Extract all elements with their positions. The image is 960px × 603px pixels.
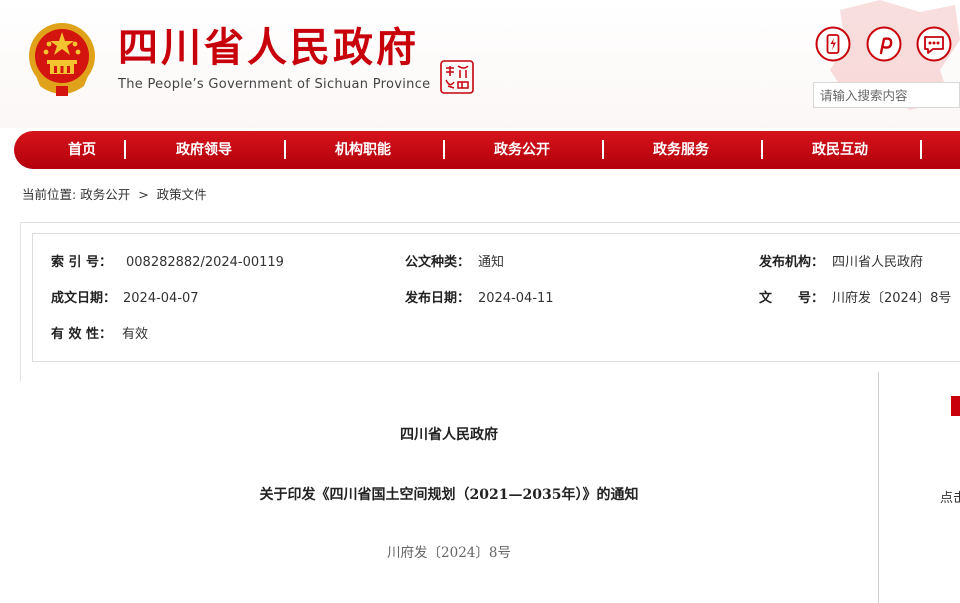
meta-type-value: 通知 (478, 255, 505, 270)
breadcrumb-prefix: 当前位置: (22, 187, 77, 202)
sidebar-red-marker (951, 396, 960, 416)
meta-index-label: 索 引 号： (51, 255, 113, 270)
site-title: 四川省人民政府 (118, 25, 419, 71)
meta-validity-label: 有 效 性： (51, 327, 113, 342)
meta-org-value: 四川省人民政府 (832, 255, 924, 270)
mobile-icon[interactable] (815, 26, 851, 62)
nav-item-public-affairs[interactable]: 政务公开 (494, 131, 550, 169)
meta-type-label: 公文种类： (405, 255, 471, 270)
breadcrumb-link-policy-files[interactable]: 政策文件 (157, 187, 207, 202)
wechat-icon[interactable] (916, 26, 952, 62)
document-issuer: 四川省人民政府 (400, 427, 498, 443)
meta-created-value: 2024-04-07 (123, 291, 199, 306)
document-number: 川府发〔2024〕8号 (387, 545, 511, 561)
meta-published-label: 发布日期： (405, 291, 471, 306)
meta-docno-value: 川府发〔2024〕8号 (832, 291, 952, 306)
nav-item-home[interactable]: 首页 (68, 131, 96, 169)
nav-item-functions[interactable]: 机构职能 (335, 131, 391, 169)
nav-separator (920, 140, 922, 159)
site-header: 四川省人民政府 The People’s Government of Sichu… (0, 0, 960, 128)
search-box (813, 82, 960, 108)
document-title: 关于印发《四川省国土空间规划（2021—2035年）》的通知 (259, 487, 639, 503)
breadcrumb-link-public-affairs[interactable]: 政务公开 (80, 187, 130, 202)
meta-org-label: 发布机构： (759, 255, 825, 270)
breadcrumb-separator: > (138, 187, 149, 202)
document-meta-box: 索 引 号： 008282882/2024-00119 公文种类： 通知 发布机… (32, 233, 960, 362)
seal-logo-icon (440, 60, 474, 94)
search-input[interactable] (814, 83, 960, 107)
sidebar-partial-text[interactable]: 点击 (940, 490, 960, 508)
nav-item-services[interactable]: 政务服务 (653, 131, 709, 169)
nav-item-leaders[interactable]: 政府领导 (176, 131, 232, 169)
weibo-icon[interactable] (866, 26, 902, 62)
meta-docno-label: 文 号： (759, 291, 825, 306)
nav-separator (284, 140, 286, 159)
meta-index-value: 008282882/2024-00119 (126, 255, 284, 270)
sidebar-divider (878, 372, 879, 603)
nav-separator (602, 140, 604, 159)
nav-separator (124, 140, 126, 159)
main-nav: 首页 政府领导 机构职能 政务公开 政务服务 政民互动 (14, 131, 960, 169)
breadcrumb: 当前位置: 政务公开 > 政策文件 (22, 186, 207, 204)
nav-separator (443, 140, 445, 159)
meta-created-label: 成文日期： (51, 291, 117, 306)
meta-published-value: 2024-04-11 (478, 291, 554, 306)
meta-validity-value: 有效 (122, 327, 149, 342)
national-emblem-icon (29, 23, 95, 96)
nav-separator (761, 140, 763, 159)
site-subtitle: The People’s Government of Sichuan Provi… (118, 77, 431, 92)
nav-item-interaction[interactable]: 政民互动 (812, 131, 868, 169)
